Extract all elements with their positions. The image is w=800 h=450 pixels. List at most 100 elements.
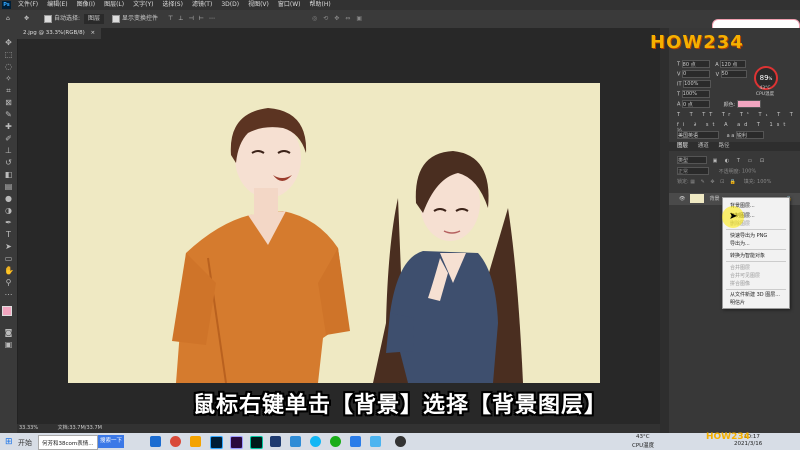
blur-tool-icon[interactable]: ●	[4, 194, 13, 203]
clone-stamp-icon[interactable]: ⊥	[4, 146, 13, 155]
app-icon[interactable]	[290, 436, 301, 447]
quick-mask-icon[interactable]: ◙	[4, 328, 13, 337]
menu-help[interactable]: 帮助(H)	[310, 0, 331, 10]
photoshop-taskbar-icon[interactable]	[210, 436, 223, 449]
blend-mode-dropdown[interactable]: 正常	[677, 167, 709, 175]
chrome-icon[interactable]	[170, 436, 181, 447]
zoom-tool-icon[interactable]: ⚲	[4, 278, 13, 287]
baseline-field[interactable]: 0 点	[682, 100, 711, 108]
menu-item-convert-smart-object[interactable]: 转换为智能对象	[730, 252, 765, 259]
lock-icons[interactable]: ▦ ✎ ✥ ⊡ 🔒	[690, 179, 738, 185]
move-tool-icon[interactable]: ✥	[4, 38, 13, 47]
type-tool-icon[interactable]: T	[4, 230, 13, 239]
word-icon[interactable]	[270, 436, 281, 447]
blend-mode-value: 正常	[678, 169, 689, 175]
vscale-field[interactable]: 100%	[683, 80, 712, 88]
shape-tool-icon[interactable]: ▭	[4, 254, 13, 263]
menu-item-merge-layers[interactable]: 合并图层	[730, 264, 750, 271]
menu-item-flatten-image[interactable]: 拼合图像	[730, 280, 750, 287]
app3-icon[interactable]	[370, 436, 381, 447]
layer-filter-dropdown[interactable]: 类型	[677, 156, 707, 164]
layer-thumbnail	[689, 194, 704, 203]
foreground-color-swatch[interactable]	[2, 306, 12, 316]
type-style-buttons[interactable]: T T TT Tr T¹ T₁ T T	[677, 112, 797, 118]
tracking-field[interactable]: 50	[720, 70, 747, 78]
antialias-dropdown[interactable]: 锐利	[735, 131, 764, 139]
menu-layer[interactable]: 图层(L)	[104, 0, 124, 10]
document-canvas[interactable]	[68, 83, 600, 383]
home-icon[interactable]: ⌂	[6, 10, 10, 28]
dodge-tool-icon[interactable]: ◑	[4, 206, 13, 215]
auto-select-checkbox[interactable]: 自动选择:	[44, 10, 80, 28]
menu-item-merge-visible[interactable]: 合并可见图层	[730, 272, 760, 279]
zoom-level[interactable]: 33.33%	[19, 425, 38, 431]
document-tab[interactable]: 2.jpg @ 33.3%(RGB/8) ×	[17, 28, 102, 39]
menu-image[interactable]: 图像(I)	[77, 0, 95, 10]
eraser-icon[interactable]: ◧	[4, 170, 13, 179]
lasso-tool-icon[interactable]: ◌	[4, 62, 13, 71]
menu-select[interactable]: 选择(S)	[162, 0, 183, 10]
brush-tool-icon[interactable]: ✐	[4, 134, 13, 143]
hscale-field[interactable]: 100%	[681, 90, 710, 98]
crop-tool-icon[interactable]: ⌗	[4, 86, 13, 95]
windows-start-icon[interactable]: ⊞	[5, 437, 13, 447]
history-brush-icon[interactable]: ↺	[4, 158, 13, 167]
app2-icon[interactable]	[350, 436, 361, 447]
opacity-value[interactable]: 100%	[742, 169, 756, 175]
frame-tool-icon[interactable]: ⊠	[4, 98, 13, 107]
premiere-icon[interactable]	[230, 436, 243, 449]
wechat-icon[interactable]	[330, 436, 341, 447]
gradient-tool-icon[interactable]: ▤	[4, 182, 13, 191]
taskbar-cpu-label: CPU温度	[632, 443, 655, 449]
layer-name: 背景	[709, 196, 720, 202]
font-size-value: 80 点	[682, 62, 696, 68]
menu-view[interactable]: 视图(V)	[248, 0, 269, 10]
menu-list: 文件(F) 编辑(E) 图像(I) 图层(L) 文字(Y) 选择(S) 滤镜(T…	[18, 0, 331, 10]
blend-mode-row: 正常 不透明度: 100%	[677, 167, 792, 175]
move-tool-icon[interactable]: ✥	[24, 10, 29, 28]
menu-file[interactable]: 文件(F)	[18, 0, 38, 10]
layer-filter-icons[interactable]: ▣ ◐ T ▭ ⊡	[713, 158, 767, 164]
auto-select-dropdown[interactable]: 图层	[84, 14, 105, 24]
align-icons[interactable]: ⊤⊥⊣⊢⋯	[168, 10, 220, 28]
font-size-field[interactable]: 80 点	[681, 60, 710, 68]
visibility-eye-icon[interactable]: 👁	[679, 196, 685, 202]
menu-3d[interactable]: 3D(D)	[221, 0, 239, 10]
3d-mode-icons[interactable]: ◎⟲✥⇔▣	[312, 10, 368, 28]
record-icon[interactable]	[395, 436, 406, 447]
leading-field[interactable]: 120 点	[720, 60, 747, 68]
magic-wand-icon[interactable]: ✧	[4, 74, 13, 83]
qq-icon[interactable]	[310, 436, 321, 447]
tab-paths[interactable]: 路径	[719, 143, 730, 149]
menu-filter[interactable]: 滤镜(T)	[192, 0, 212, 10]
show-transform-checkbox[interactable]: 显示变换控件	[112, 10, 158, 28]
tab-layers[interactable]: 图层	[677, 143, 688, 149]
pen-tool-icon[interactable]: ✒	[4, 218, 13, 227]
language-dropdown[interactable]: 美国英语	[677, 131, 719, 139]
audition-icon[interactable]	[250, 436, 263, 449]
tab-channels[interactable]: 通道	[698, 143, 709, 149]
fill-value[interactable]: 100%	[757, 179, 771, 185]
text-color-swatch[interactable]	[736, 100, 761, 108]
tab-close-icon[interactable]: ×	[90, 30, 95, 36]
screen-mode-icon[interactable]: ▣	[4, 340, 13, 349]
menu-edit[interactable]: 编辑(E)	[47, 0, 67, 10]
folder-icon[interactable]	[190, 436, 201, 447]
more-tools-icon[interactable]: ⋯	[4, 290, 13, 299]
menu-item-new-3d-layer[interactable]: 从文件新建 3D 图层...	[730, 291, 780, 298]
marquee-tool-icon[interactable]: ⬚	[4, 50, 13, 59]
menu-item-export-as[interactable]: 导出为...	[730, 240, 750, 247]
path-select-icon[interactable]: ➤	[4, 242, 13, 251]
kerning-field[interactable]: 0	[682, 70, 711, 78]
edge-icon[interactable]	[150, 436, 161, 447]
eyedropper-icon[interactable]: ✎	[4, 110, 13, 119]
healing-brush-icon[interactable]: ✚	[4, 122, 13, 131]
menu-type[interactable]: 文字(Y)	[133, 0, 153, 10]
menu-window[interactable]: 窗口(W)	[278, 0, 301, 10]
menu-item-postcard[interactable]: 明信片	[730, 299, 745, 306]
hand-tool-icon[interactable]: ✋	[4, 266, 14, 275]
menu-item-quick-export-png[interactable]: 快速导出为 PNG	[730, 232, 767, 239]
start-label[interactable]: 开始	[18, 438, 32, 448]
taskbar-window-browser[interactable]: 何芳和38com表情...	[38, 435, 98, 450]
search-button[interactable]: 搜索一下	[98, 435, 124, 448]
